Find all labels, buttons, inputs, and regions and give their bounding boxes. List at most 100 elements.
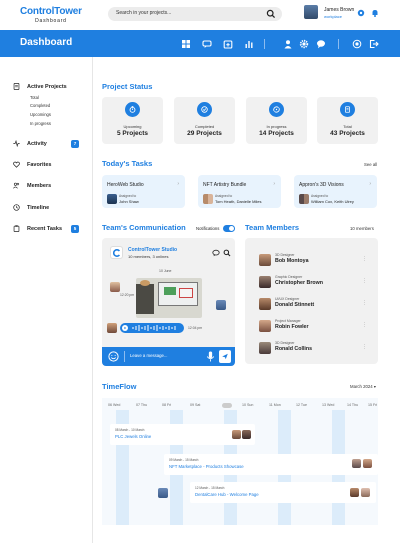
assignee-avatar xyxy=(299,194,309,204)
logout-icon[interactable] xyxy=(369,39,379,49)
task-name: NFT Artistry Bundle xyxy=(203,182,247,188)
event-date: 09 March - 15 March xyxy=(169,458,199,462)
task-name: HeroWeb Studio xyxy=(107,182,144,188)
notifications-toggle[interactable] xyxy=(223,224,235,232)
activity-icon xyxy=(13,140,20,147)
project-card-upcoming[interactable]: Upcoming 5 Projects xyxy=(102,97,163,144)
timeline-event[interactable]: 09 March - 15 March NFT Marketplace - Pr… xyxy=(164,454,378,475)
project-card-label: Total xyxy=(343,124,352,129)
app-logo[interactable]: ControlTower Dashboard xyxy=(20,7,82,25)
task-assignees: John Shaw xyxy=(119,198,139,204)
task-card[interactable]: HeroWeb Studio › Assigned to John Shaw xyxy=(102,175,185,208)
message-composer: Leave a message... xyxy=(102,347,235,366)
search-icon[interactable] xyxy=(223,249,231,257)
bar-chart-icon[interactable] xyxy=(244,39,254,49)
team-member[interactable]: 3D Designer Ronald Collins ⋮ xyxy=(259,341,369,355)
project-card-value: 5 Projects xyxy=(116,130,149,137)
member-name: Ronald Collins xyxy=(275,346,313,352)
day-header: 10 Sun xyxy=(242,403,254,407)
calendar-add-icon[interactable] xyxy=(223,39,233,49)
chat-bubble-icon[interactable] xyxy=(212,249,220,257)
team-member[interactable]: 3D Designer Bob Montoya ⋮ xyxy=(259,253,369,267)
shared-image[interactable] xyxy=(136,278,202,318)
day-header: 11 Mon xyxy=(269,403,281,407)
user-workspace: workplace xyxy=(324,14,343,19)
more-vertical-icon[interactable]: ⋮ xyxy=(362,344,367,350)
team-members-count: 10 members xyxy=(350,226,374,231)
emoji-icon[interactable] xyxy=(108,351,119,362)
send-icon xyxy=(222,353,228,360)
timeline-event[interactable]: 12 March - 15 March DentalCare Hub - Wel… xyxy=(190,482,376,503)
send-button[interactable] xyxy=(219,350,231,363)
chevron-right-icon[interactable]: › xyxy=(273,181,275,187)
member-avatar xyxy=(259,276,271,288)
chat-icon[interactable] xyxy=(202,39,212,49)
timeflow-month-selector[interactable]: March 2024 ▾ xyxy=(350,384,376,389)
group-meta: 10 members, 3 onlines xyxy=(128,254,169,259)
search-bar[interactable]: Search in your projects... xyxy=(108,7,282,21)
project-card-in-progress[interactable]: In progress 14 Projects xyxy=(246,97,307,144)
sidebar-subitem-in-progress[interactable]: In progress xyxy=(30,121,51,126)
day-header: 13 Wed xyxy=(322,403,335,407)
chevron-right-icon[interactable]: › xyxy=(177,181,179,187)
assignee-avatar xyxy=(107,194,117,204)
notifications-label: Notifications xyxy=(196,226,220,231)
more-vertical-icon[interactable]: ⋮ xyxy=(362,300,367,306)
message-icon[interactable] xyxy=(316,39,326,49)
settings-icon[interactable] xyxy=(356,8,366,18)
user-profile[interactable]: James Brown workplace xyxy=(304,5,364,25)
user-name: James Brown xyxy=(324,7,355,13)
see-all-link[interactable]: See all xyxy=(364,162,377,167)
event-avatar xyxy=(352,459,361,468)
bell-icon[interactable] xyxy=(370,8,380,18)
assigned-label: Assigned to xyxy=(119,194,137,198)
sidebar-subitem-total[interactable]: Total xyxy=(30,95,39,100)
event-title: DentalCare Hub - Welcome Page xyxy=(195,492,259,497)
project-card-completed[interactable]: Completed 29 Projects xyxy=(174,97,235,144)
gear-icon[interactable] xyxy=(299,39,309,49)
project-card-value: 14 Projects xyxy=(259,130,294,137)
sidebar-item-label: Timeline xyxy=(27,205,50,211)
search-input[interactable]: Search in your projects... xyxy=(116,10,171,16)
play-icon[interactable] xyxy=(122,325,128,331)
project-card-total[interactable]: Total 43 Projects xyxy=(317,97,378,144)
grid-icon[interactable] xyxy=(181,39,191,49)
target-icon[interactable] xyxy=(352,39,362,49)
team-member[interactable]: Project Manager Robin Fowler ⋮ xyxy=(259,319,369,333)
user-avatar[interactable] xyxy=(304,5,318,19)
member-name: Robin Fowler xyxy=(275,324,309,330)
day-header: 06 Wed xyxy=(108,403,121,407)
task-card[interactable]: Appron's 3D Visions › Assigned to Willia… xyxy=(294,175,377,208)
sidebar-subitem-completed[interactable]: Completed xyxy=(30,103,50,108)
recent-tasks-count-badge: 5 xyxy=(71,225,79,233)
member-avatar xyxy=(259,254,271,266)
team-member[interactable]: UI/UX Designer Donald Stinnett ⋮ xyxy=(259,297,369,311)
voice-message[interactable] xyxy=(120,323,184,333)
team-member[interactable]: Graphic Designer Christopher Brown ⋮ xyxy=(259,275,369,289)
in-progress-icon xyxy=(273,106,280,113)
completed-icon xyxy=(201,106,208,113)
message-input[interactable]: Leave a message... xyxy=(130,353,168,358)
page-title: Dashboard xyxy=(20,37,73,48)
task-assignees: William Cox, Keith Ulrey xyxy=(311,198,354,204)
microphone-icon[interactable] xyxy=(206,351,215,362)
more-vertical-icon[interactable]: ⋮ xyxy=(362,256,367,262)
timeline-scrollbar[interactable] xyxy=(222,403,232,408)
sidebar-subitem-upcomings[interactable]: Upcomings xyxy=(30,112,51,117)
task-name: Appron's 3D Visions xyxy=(299,182,344,188)
more-vertical-icon[interactable]: ⋮ xyxy=(362,322,367,328)
event-avatar xyxy=(363,459,372,468)
event-date: 12 March - 15 March xyxy=(195,486,225,490)
chevron-right-icon[interactable]: › xyxy=(369,181,371,187)
timeline-event[interactable]: 08 March - 10 March PLC Jewels Online xyxy=(110,424,255,445)
task-card[interactable]: NFT Artistry Bundle › Assigned to Tom He… xyxy=(198,175,281,208)
person-icon[interactable] xyxy=(283,39,293,49)
total-icon-circle xyxy=(340,102,355,117)
group-name[interactable]: ControlTower Studio xyxy=(128,247,177,253)
day-header: 07 Thu xyxy=(136,403,148,407)
search-icon[interactable] xyxy=(266,9,276,19)
message-time: 12:20 pm xyxy=(120,293,135,297)
more-vertical-icon[interactable]: ⋮ xyxy=(362,278,367,284)
project-card-label: In progress xyxy=(266,124,287,129)
sidebar-item-label: Members xyxy=(27,183,52,189)
